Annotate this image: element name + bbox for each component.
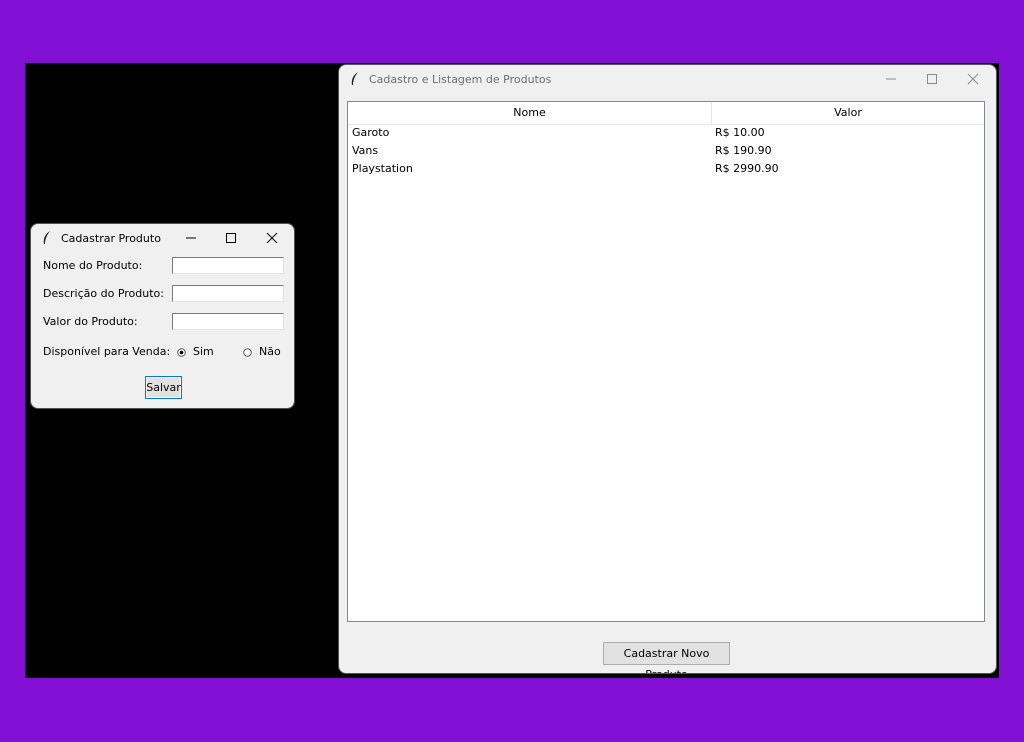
main-window-title: Cadastro e Listagem de Produtos [369,72,552,86]
table-row[interactable]: Vans R$ 190.90 [348,142,984,160]
main-titlebar[interactable]: Cadastro e Listagem de Produtos [339,65,996,93]
product-value-input[interactable] [172,313,284,330]
product-name-input[interactable] [172,257,284,274]
cell-nome: Playstation [352,162,413,175]
available-for-sale-label: Disponível para Venda: [43,345,171,358]
maximize-icon[interactable] [211,224,251,252]
cell-valor: R$ 2990.90 [715,162,779,175]
cell-nome: Vans [352,144,379,157]
dialog-title: Cadastrar Produto [61,231,161,245]
main-window: Cadastro e Listagem de Produtos Nome Val… [339,65,996,673]
column-header-valor[interactable]: Valor [712,102,984,124]
radio-nao[interactable]: Não [243,345,281,358]
new-product-button[interactable]: Cadastrar Novo Produto [603,642,730,673]
radio-unselected-icon [243,347,252,357]
radio-sim[interactable]: Sim [177,345,214,358]
product-description-label: Descrição do Produto: [43,287,164,300]
close-icon[interactable] [953,65,993,93]
table-row[interactable]: Playstation R$ 2990.90 [348,160,984,178]
table-header: Nome Valor [348,102,984,125]
product-table[interactable]: Nome Valor Garoto R$ 10.00 Vans R$ 190.9… [347,101,985,622]
register-product-dialog: Cadastrar Produto Nome do Produto: Descr… [31,224,294,408]
radio-nao-label: Não [259,345,281,358]
cell-nome: Garoto [352,126,390,139]
product-value-label: Valor do Produto: [43,315,138,328]
maximize-icon[interactable] [912,65,952,93]
table-body: Garoto R$ 10.00 Vans R$ 190.90 Playstati… [348,124,984,178]
feather-icon [39,230,55,246]
minimize-icon[interactable] [171,224,211,252]
radio-sim-label: Sim [193,345,214,358]
product-description-input[interactable] [172,285,284,302]
cell-valor: R$ 10.00 [715,126,765,139]
feather-icon [347,71,363,87]
radio-selected-icon [177,347,186,357]
close-icon[interactable] [252,224,292,252]
product-name-label: Nome do Produto: [43,259,143,272]
table-row[interactable]: Garoto R$ 10.00 [348,124,984,142]
minimize-icon[interactable] [871,65,911,93]
cell-valor: R$ 190.90 [715,144,772,157]
column-header-nome[interactable]: Nome [348,102,711,124]
save-button[interactable]: Salvar [145,376,182,399]
dialog-titlebar[interactable]: Cadastrar Produto [31,224,294,252]
